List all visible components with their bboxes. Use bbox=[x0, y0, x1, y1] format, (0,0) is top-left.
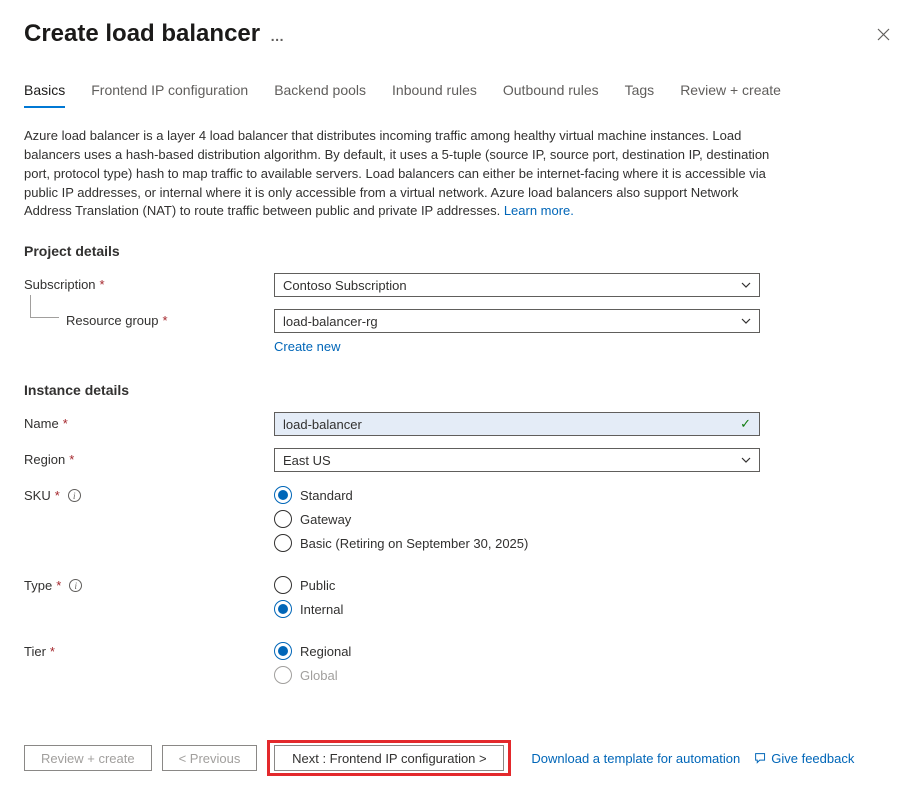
tab-tags[interactable]: Tags bbox=[625, 76, 655, 108]
tab-backend-pools[interactable]: Backend pools bbox=[274, 76, 366, 108]
tab-review-create[interactable]: Review + create bbox=[680, 76, 781, 108]
create-new-resource-group-link[interactable]: Create new bbox=[274, 339, 340, 354]
resource-group-label: Resource group * bbox=[24, 309, 274, 328]
radio-icon bbox=[274, 576, 292, 594]
type-option-internal[interactable]: Internal bbox=[274, 600, 760, 618]
more-actions-button[interactable]: … bbox=[270, 24, 285, 44]
sku-radio-group: Standard Gateway Basic (Retiring on Sept… bbox=[274, 484, 760, 552]
sku-option-gateway[interactable]: Gateway bbox=[274, 510, 760, 528]
type-option-public[interactable]: Public bbox=[274, 576, 760, 594]
region-label: Region * bbox=[24, 448, 274, 467]
footer-bar: Review + create < Previous Next : Fronte… bbox=[24, 740, 895, 776]
chevron-down-icon bbox=[741, 455, 751, 466]
review-create-button[interactable]: Review + create bbox=[24, 745, 152, 771]
close-icon bbox=[877, 28, 890, 41]
tab-basics[interactable]: Basics bbox=[24, 76, 65, 108]
name-label: Name * bbox=[24, 412, 274, 431]
chevron-down-icon bbox=[741, 280, 751, 291]
type-label: Type * i bbox=[24, 574, 274, 593]
sku-option-basic[interactable]: Basic (Retiring on September 30, 2025) bbox=[274, 534, 760, 552]
intro-text: Azure load balancer is a layer 4 load ba… bbox=[24, 127, 784, 221]
subscription-value: Contoso Subscription bbox=[283, 278, 407, 293]
subscription-dropdown[interactable]: Contoso Subscription bbox=[274, 273, 760, 297]
page-title: Create load balancer bbox=[24, 20, 260, 48]
intro-body: Azure load balancer is a layer 4 load ba… bbox=[24, 128, 769, 218]
resource-group-value: load-balancer-rg bbox=[283, 314, 378, 329]
radio-icon bbox=[274, 534, 292, 552]
tier-option-global: Global bbox=[274, 666, 760, 684]
tier-option-regional[interactable]: Regional bbox=[274, 642, 760, 660]
resource-group-dropdown[interactable]: load-balancer-rg bbox=[274, 309, 760, 333]
highlight-box: Next : Frontend IP configuration > bbox=[267, 740, 511, 776]
name-input[interactable]: load-balancer ✓ bbox=[274, 412, 760, 436]
tab-inbound-rules[interactable]: Inbound rules bbox=[392, 76, 477, 108]
info-icon[interactable]: i bbox=[69, 579, 82, 592]
region-value: East US bbox=[283, 453, 331, 468]
type-radio-group: Public Internal bbox=[274, 574, 760, 618]
tab-bar: Basics Frontend IP configuration Backend… bbox=[24, 76, 895, 109]
tab-frontend-ip[interactable]: Frontend IP configuration bbox=[91, 76, 248, 108]
chevron-down-icon bbox=[741, 316, 751, 327]
give-feedback-link[interactable]: Give feedback bbox=[754, 751, 854, 766]
radio-icon bbox=[274, 642, 292, 660]
tier-radio-group: Regional Global bbox=[274, 640, 760, 684]
download-template-link[interactable]: Download a template for automation bbox=[531, 751, 740, 766]
radio-icon bbox=[274, 666, 292, 684]
feedback-icon bbox=[754, 752, 767, 765]
instance-details-heading: Instance details bbox=[24, 382, 895, 398]
close-button[interactable] bbox=[871, 22, 895, 46]
subscription-label: Subscription * bbox=[24, 273, 274, 292]
region-dropdown[interactable]: East US bbox=[274, 448, 760, 472]
radio-icon bbox=[274, 486, 292, 504]
sku-option-standard[interactable]: Standard bbox=[274, 486, 760, 504]
radio-icon bbox=[274, 510, 292, 528]
radio-icon bbox=[274, 600, 292, 618]
name-value: load-balancer bbox=[283, 417, 362, 432]
info-icon[interactable]: i bbox=[68, 489, 81, 502]
next-button[interactable]: Next : Frontend IP configuration > bbox=[274, 745, 504, 771]
validation-check-icon: ✓ bbox=[740, 416, 751, 432]
learn-more-link[interactable]: Learn more. bbox=[504, 203, 574, 218]
sku-label: SKU * i bbox=[24, 484, 274, 503]
previous-button[interactable]: < Previous bbox=[162, 745, 258, 771]
project-details-heading: Project details bbox=[24, 243, 895, 259]
tier-label: Tier * bbox=[24, 640, 274, 659]
tab-outbound-rules[interactable]: Outbound rules bbox=[503, 76, 599, 108]
